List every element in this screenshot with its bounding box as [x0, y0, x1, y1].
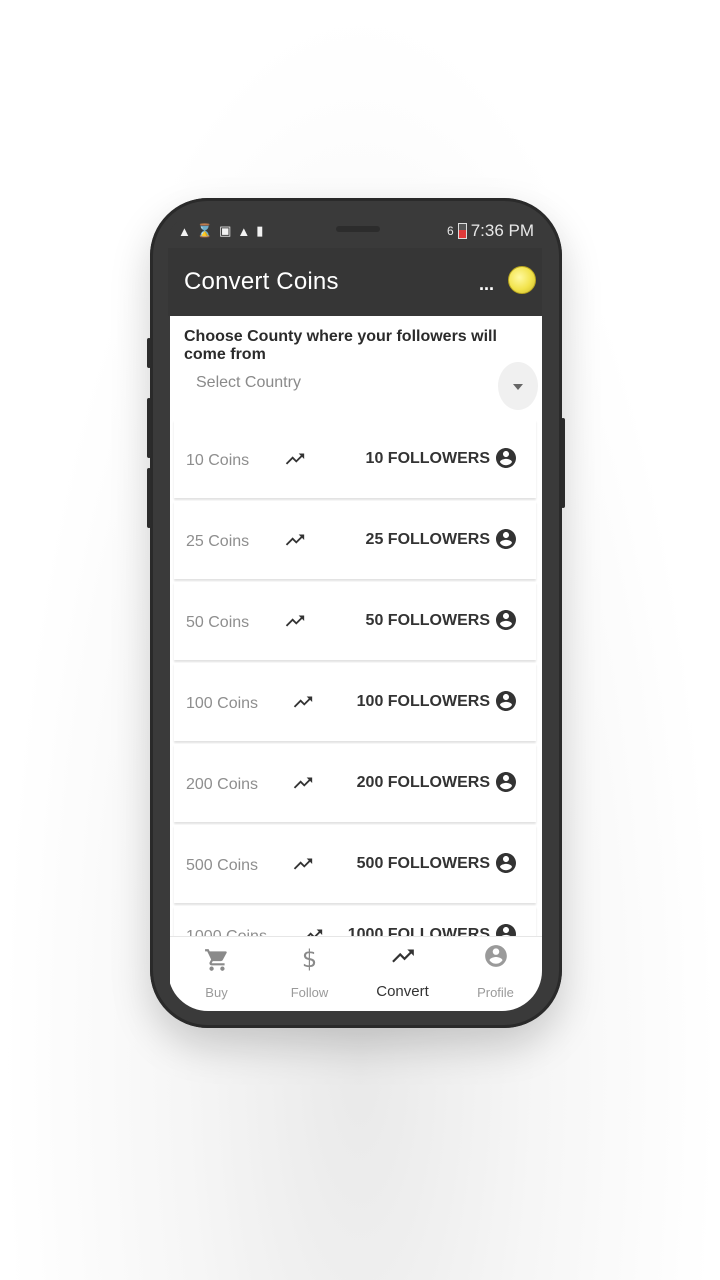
offer-row[interactable]: 100 Coins 100 FOLLOWERS: [174, 663, 536, 741]
status-notification-icons: ▲ ⌛ ▣ ▲ ▮: [178, 223, 263, 239]
app-bar: Convert Coins ...: [168, 248, 542, 316]
battery-icon: [457, 223, 467, 239]
status-time: 7:36 PM: [470, 221, 534, 240]
trending-up-icon: [285, 453, 305, 465]
offer-followers: 200 FOLLOWERS: [356, 774, 490, 791]
offer-followers: 25 FOLLOWERS: [365, 531, 490, 548]
phone-frame: ▲ ⌛ ▣ ▲ ▮ 6 7:36 PM Convert Coins ... Ch…: [147, 198, 565, 1028]
coin-balance-icon[interactable]: [508, 266, 536, 294]
warning-icon: ▲: [237, 223, 251, 239]
nav-item-buy[interactable]: Buy: [170, 937, 263, 1011]
country-select-placeholder: Select Country: [196, 374, 301, 391]
offer-coins: 50 Coins: [186, 614, 250, 631]
page-title: Convert Coins: [184, 268, 339, 295]
status-bar: ▲ ⌛ ▣ ▲ ▮ 6 7:36 PM: [168, 218, 542, 246]
phone-side-button: [147, 398, 151, 458]
offer-row[interactable]: 50 Coins 50 FOLLOWERS: [174, 582, 536, 660]
offer-followers: 500 FOLLOWERS: [356, 855, 490, 872]
country-prompt-label: Choose County where your followers will …: [184, 328, 497, 363]
phone-side-button: [147, 338, 151, 368]
offer-followers: 50 FOLLOWERS: [365, 612, 490, 629]
offer-coins: 500 Coins: [186, 857, 259, 874]
offer-list: 10 Coins 10 FOLLOWERS 25 Coins 25 FOLLOW…: [174, 420, 536, 936]
nav-item-follow[interactable]: $ Follow: [263, 937, 356, 1011]
trending-up-icon: [285, 615, 305, 627]
account-circle-icon: [496, 691, 516, 711]
offer-row[interactable]: 1000 Coins 1000 FOLLOWERS: [174, 906, 536, 936]
phone-screen: ▲ ⌛ ▣ ▲ ▮ 6 7:36 PM Convert Coins ... Ch…: [168, 218, 542, 1011]
offer-followers: 10 FOLLOWERS: [365, 450, 490, 467]
account-circle-icon: [496, 448, 516, 468]
offer-row[interactable]: 10 Coins 10 FOLLOWERS: [174, 420, 536, 498]
dollar-icon: $: [301, 945, 318, 973]
phone-side-button: [561, 418, 565, 508]
trending-up-icon: [391, 949, 414, 963]
nav-label: Follow: [290, 985, 329, 1000]
account-circle-icon: [484, 945, 507, 967]
trending-up-icon: [293, 696, 313, 708]
signal-icon: ▲: [178, 223, 191, 239]
account-circle-icon: [496, 529, 516, 549]
offer-row[interactable]: 500 Coins 500 FOLLOWERS: [174, 825, 536, 903]
account-circle-icon: [496, 610, 516, 630]
offer-followers: 1000 FOLLOWERS: [347, 926, 490, 936]
more-options-button[interactable]: ...: [479, 274, 494, 295]
offer-followers: 100 FOLLOWERS: [356, 693, 490, 710]
nav-item-profile[interactable]: Profile: [449, 937, 542, 1011]
trending-up-icon: [293, 858, 313, 870]
country-select[interactable]: Select Country: [182, 362, 538, 412]
battery-percent: 6: [447, 224, 454, 238]
earpiece-speaker: [336, 226, 380, 232]
offer-coins: 25 Coins: [186, 533, 250, 550]
offer-row[interactable]: 25 Coins 25 FOLLOWERS: [174, 501, 536, 579]
offer-coins: 100 Coins: [186, 695, 259, 712]
account-circle-icon: [496, 853, 516, 873]
hourglass-icon: ⌛: [196, 223, 214, 238]
image-icon: ▣: [219, 223, 232, 238]
bottom-navigation: Buy $ Follow Convert Profile: [170, 936, 542, 1011]
trending-up-icon: [293, 777, 313, 789]
nav-label: Convert: [376, 983, 429, 1000]
account-circle-icon: [496, 772, 516, 792]
offer-coins: 10 Coins: [186, 452, 250, 469]
account-circle-icon: [496, 924, 516, 936]
page-background: ▲ ⌛ ▣ ▲ ▮ 6 7:36 PM Convert Coins ... Ch…: [0, 0, 720, 1280]
status-system-info: 6 7:36 PM: [447, 221, 534, 241]
trending-up-icon: [307, 929, 323, 936]
cart-icon: [204, 949, 227, 971]
offer-row[interactable]: 200 Coins 200 FOLLOWERS: [174, 744, 536, 822]
offer-coins: 200 Coins: [186, 776, 259, 793]
trending-up-icon: [285, 534, 305, 546]
main-content: Choose County where your followers will …: [170, 316, 542, 936]
dropdown-arrow-icon[interactable]: [498, 362, 538, 410]
offer-coins: 1000 Coins: [186, 928, 267, 936]
nav-label: Profile: [477, 985, 514, 1000]
notification-icon: ▮: [256, 223, 264, 238]
nav-label: Buy: [205, 985, 228, 1000]
phone-side-button: [147, 468, 151, 528]
nav-item-convert[interactable]: Convert: [356, 937, 449, 1011]
